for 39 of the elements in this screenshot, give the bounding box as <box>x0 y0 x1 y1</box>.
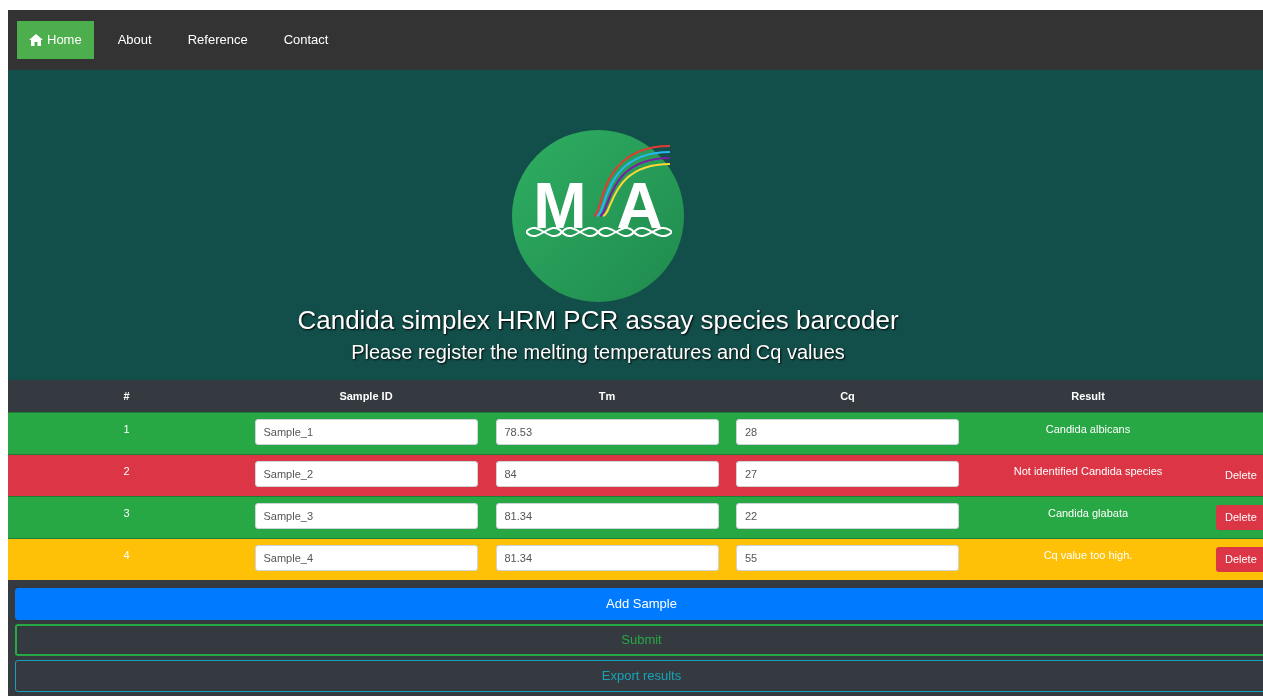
result-text: Candida glabata <box>1047 506 1129 521</box>
delete-button[interactable]: Delete <box>1216 505 1263 530</box>
input-field[interactable]: 55 <box>736 545 959 571</box>
result-text: Candida albicans <box>1045 422 1131 437</box>
input-field[interactable]: Sample_2 <box>254 461 478 487</box>
page-subtitle: Please register the melting temperatures and Cq values <box>351 340 845 365</box>
nav-link[interactable]: Reference <box>175 21 260 59</box>
action-button[interactable]: Export results <box>15 660 1263 692</box>
row-number: 3 <box>123 506 130 521</box>
result-text: Cq value too high. <box>1043 548 1133 563</box>
nav-link[interactable]: About <box>105 21 164 59</box>
row-number: 4 <box>123 548 130 563</box>
result-text: Not identified Candida species <box>1013 464 1163 479</box>
column-header: Cq <box>840 388 855 404</box>
column-header: # <box>123 388 130 404</box>
nav-link[interactable]: Contact <box>271 21 341 59</box>
column-header: Tm <box>598 388 616 404</box>
input-field[interactable]: 28 <box>736 419 959 445</box>
row-number: 2 <box>123 464 130 479</box>
logo-letter: M <box>533 174 587 238</box>
action-button[interactable]: Add Sample <box>15 588 1263 620</box>
row-number: 1 <box>123 422 130 437</box>
home-icon <box>29 34 43 46</box>
column-header: Sample ID <box>339 388 393 404</box>
input-field[interactable]: 81.34 <box>495 503 719 529</box>
input-field[interactable]: 81.34 <box>495 545 719 571</box>
delete-button[interactable]: Delete <box>1216 463 1263 488</box>
input-field[interactable]: Sample_1 <box>254 419 478 445</box>
column-header: Result <box>1071 388 1105 404</box>
input-field[interactable]: 78.53 <box>495 419 719 445</box>
delete-button[interactable]: Delete <box>1216 547 1263 572</box>
input-field[interactable]: 27 <box>736 461 959 487</box>
input-field[interactable]: 22 <box>736 503 959 529</box>
input-field[interactable]: Sample_3 <box>254 503 478 529</box>
page-title: Candida simplex HRM PCR assay species barcoder <box>297 304 899 336</box>
input-field[interactable]: 84 <box>495 461 719 487</box>
logo-letter: A <box>616 174 663 238</box>
input-field[interactable]: Sample_4 <box>254 545 478 571</box>
action-button[interactable]: Submit <box>15 624 1263 656</box>
